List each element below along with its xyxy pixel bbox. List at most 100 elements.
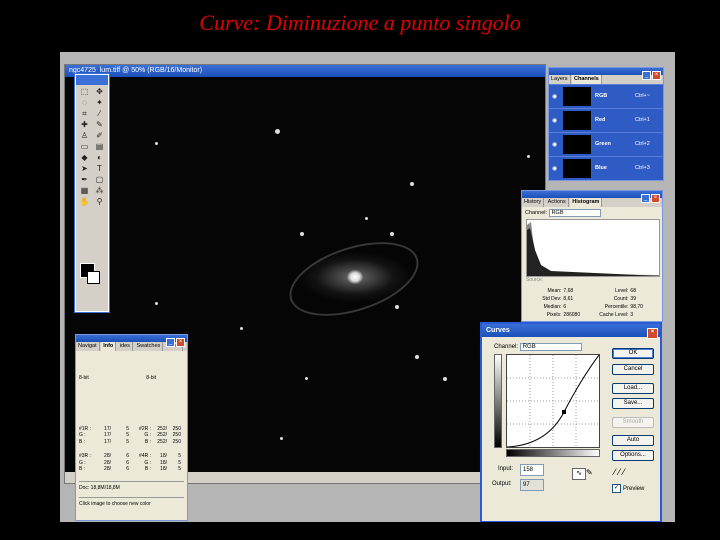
eye-icon[interactable]: ◉	[552, 141, 557, 148]
magic-wand-icon[interactable]: ✦	[93, 98, 106, 108]
eraser-tool-icon[interactable]: ▭	[78, 142, 91, 152]
eyedropper-tool-icon[interactable]: ⁂	[93, 186, 106, 196]
move-tool-icon[interactable]: ✥	[93, 87, 106, 97]
sampler-value: 5	[178, 466, 181, 472]
star	[305, 377, 308, 380]
preview-checkbox[interactable]: ✓	[612, 484, 621, 493]
tab-info[interactable]: Info	[101, 342, 117, 351]
close-icon[interactable]: ×	[176, 338, 185, 347]
crop-tool-icon[interactable]: ⌗	[78, 109, 91, 119]
level-label: Level:	[615, 288, 629, 294]
channel-select[interactable]: RGB	[548, 209, 601, 217]
star	[365, 217, 368, 220]
close-icon[interactable]: ×	[651, 194, 660, 203]
auto-button[interactable]: Auto	[612, 435, 654, 446]
curves-channel-select[interactable]: RGB	[519, 343, 582, 351]
path-select-icon[interactable]: ➤	[78, 164, 91, 174]
load-button[interactable]: Load...	[612, 383, 654, 394]
channels-panel-titlebar[interactable]: _ ×	[549, 68, 663, 80]
tab-styles[interactable]: ides	[118, 342, 133, 351]
curves-dialog-title: Curves	[486, 327, 510, 334]
pixels-label: Pixels:	[546, 312, 562, 318]
zoom-tool-icon[interactable]: ⚲	[93, 197, 106, 207]
output-field[interactable]: 97	[520, 479, 544, 491]
minimize-icon[interactable]: _	[642, 71, 651, 80]
channel-thumbnail	[563, 87, 591, 106]
percentile-value: 98,70	[630, 304, 643, 310]
curve-graph[interactable]	[506, 354, 600, 448]
lasso-tool-icon[interactable]: ◌	[78, 98, 91, 108]
sampler-value: 28/	[104, 466, 111, 472]
minimize-icon[interactable]: _	[166, 338, 175, 347]
close-icon[interactable]: ×	[652, 71, 661, 80]
dodge-tool-icon[interactable]: ◐	[93, 153, 106, 163]
pen-tool-icon[interactable]: ✒	[78, 175, 91, 185]
close-icon[interactable]: ×	[647, 328, 658, 339]
channel-shortcut: Ctrl+3	[635, 165, 650, 171]
slice-tool-icon[interactable]: ⁄	[93, 109, 106, 119]
curve-svg	[506, 354, 600, 448]
curve-mode-icon[interactable]: ∿	[572, 468, 586, 480]
sampler-value: 250	[172, 438, 181, 445]
eye-icon[interactable]: ◉	[552, 93, 557, 100]
median-label: Median:	[543, 304, 562, 310]
shape-tool-icon[interactable]: ▢	[93, 175, 106, 185]
sampler-label: B :	[144, 438, 151, 445]
curves-dialog-titlebar[interactable]: Curves ×	[482, 324, 660, 339]
brush-tool-icon[interactable]: ✎	[93, 120, 106, 130]
history-brush-icon[interactable]: ✐	[93, 131, 106, 141]
info-bit-depth-left: 8-bit	[79, 375, 89, 381]
level-value: 68	[630, 288, 636, 294]
tab-swatches[interactable]: Swatches	[134, 342, 164, 351]
info-row: B : 28/6 B : 18/5	[79, 466, 184, 473]
channel-select-value: RGB	[551, 210, 564, 216]
input-field[interactable]: 158	[520, 464, 544, 476]
marquee-tool-icon[interactable]: ⬚	[78, 87, 91, 97]
healing-brush-icon[interactable]: ✚	[78, 120, 91, 130]
channel-row[interactable]: ◉ Blue Ctrl+3	[549, 156, 663, 180]
hand-tool-icon[interactable]: ✋	[78, 197, 91, 207]
channel-row[interactable]: ◉ Red Ctrl+1	[549, 108, 663, 132]
star	[155, 302, 158, 305]
background-color-swatch[interactable]	[87, 271, 100, 284]
sampler-label: B :	[79, 466, 86, 472]
toolbox: ⬚ ✥ ◌ ✦ ⌗ ⁄ ✚ ✎ ♙ ✐ ▭ ▤ ◆ ◐ ➤ T ✒ ▢ ▦ ⁂ …	[75, 74, 109, 312]
smooth-button[interactable]: Smooth	[612, 417, 654, 428]
minimize-icon[interactable]: _	[641, 194, 650, 203]
eye-icon[interactable]: ◉	[552, 165, 557, 172]
curve-control-point[interactable]	[562, 410, 567, 415]
channel-thumbnail	[563, 111, 591, 130]
tab-history[interactable]: History	[522, 198, 545, 207]
star	[395, 305, 399, 309]
tab-histogram[interactable]: Histogram	[570, 198, 603, 207]
stamp-tool-icon[interactable]: ♙	[78, 131, 91, 141]
sampler-value: 18/	[160, 466, 167, 472]
tab-navigator[interactable]: Navigat	[76, 342, 100, 351]
ok-button[interactable]: OK	[612, 348, 654, 359]
eye-icon[interactable]: ◉	[552, 117, 557, 124]
star	[240, 327, 243, 330]
channel-row[interactable]: ◉ Green Ctrl+2	[549, 132, 663, 156]
toolbox-grip[interactable]	[76, 75, 108, 85]
star	[155, 142, 158, 145]
channel-row[interactable]: ◉ RGB Ctrl+~	[549, 84, 663, 108]
white-eyedropper-icon[interactable]: ⁄	[623, 467, 628, 477]
info-panel: _× Navigat Info ides Swatches Color 8-bi…	[75, 334, 188, 521]
mean-label: Mean:	[547, 288, 562, 294]
count-label: Count:	[613, 296, 629, 302]
gradient-tool-icon[interactable]: ▤	[93, 142, 106, 152]
save-button[interactable]: Save...	[612, 398, 654, 409]
options-button[interactable]: Options...	[612, 450, 654, 461]
notes-tool-icon[interactable]: ▦	[78, 186, 91, 196]
type-tool-icon[interactable]: T	[93, 164, 106, 174]
tab-layers[interactable]: Layers	[549, 75, 571, 84]
tab-actions[interactable]: Actions	[546, 198, 569, 207]
tab-channels[interactable]: Channels	[572, 75, 602, 84]
info-panel-titlebar[interactable]: _ ×	[76, 335, 187, 347]
blur-tool-icon[interactable]: ◆	[78, 153, 91, 163]
histogram-panel-titlebar[interactable]: _ ×	[522, 191, 662, 203]
document-titlebar[interactable]: ngc4725_lum.tiff @ 50% (RGB/16/Monitor)	[65, 65, 545, 77]
pencil-mode-icon[interactable]: ✎	[586, 468, 593, 477]
cancel-button[interactable]: Cancel	[612, 364, 654, 375]
info-row: B : 17/5 B : 252/250	[79, 439, 184, 446]
